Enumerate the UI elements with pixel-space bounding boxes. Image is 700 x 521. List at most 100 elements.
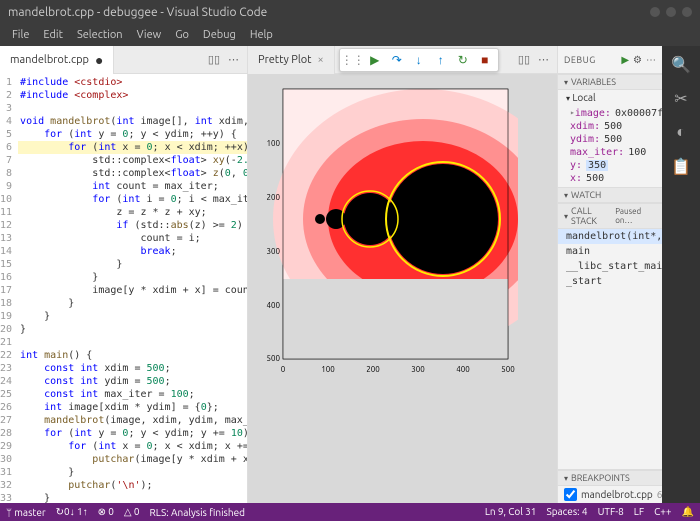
code-line-8[interactable]: std::complex<float> z(0, 0); <box>18 167 247 180</box>
code-line-21[interactable] <box>18 336 247 349</box>
step-over-button[interactable]: ↷ <box>388 51 406 69</box>
code-line-16[interactable]: } <box>18 271 247 284</box>
close-tab-icon[interactable]: × <box>318 54 324 66</box>
code-line-7[interactable]: std::complex<float> xy(-2.05 + <box>18 154 247 167</box>
minimize-button[interactable] <box>650 7 660 17</box>
breakpoint-checkbox[interactable] <box>564 488 577 501</box>
code-line-31[interactable]: } <box>18 466 247 479</box>
stop-button[interactable]: ■ <box>476 51 494 69</box>
code-line-33[interactable]: } <box>18 492 247 503</box>
menu-debug[interactable]: Debug <box>197 27 242 43</box>
var-image[interactable]: ▸ image:0x00007ffc… <box>570 107 662 120</box>
code-line-1[interactable]: #include <cstdio> <box>18 76 247 89</box>
svg-text:100: 100 <box>266 139 280 148</box>
var-x[interactable]: x:500 <box>570 172 662 185</box>
code-line-5[interactable]: for (int y = 0; y < ydim; ++y) { <box>18 128 247 141</box>
tab-pretty-plot[interactable]: Pretty Plot × <box>248 46 335 74</box>
scope-local[interactable]: Local <box>572 92 595 103</box>
menu-view[interactable]: View <box>131 27 168 43</box>
code-line-9[interactable]: int count = max_iter; <box>18 180 247 193</box>
statusbar: ᛘ master ↻0↓ 1↑ ⊗ 0 △ 0 RLS: Analysis fi… <box>0 503 700 521</box>
menu-go[interactable]: Go <box>169 27 195 43</box>
code-line-26[interactable]: int image[xdim * ydim] = {0}; <box>18 401 247 414</box>
code-line-6[interactable]: for (int x = 0; x < xdim; ++x) { <box>18 141 247 154</box>
git-sync[interactable]: ↻0↓ 1↑ <box>56 506 88 518</box>
git-branch[interactable]: ᛘ master <box>6 507 46 518</box>
callstack-frame[interactable]: mandelbrot(int*,… <box>558 229 662 244</box>
var-y[interactable]: y:350 <box>570 159 662 172</box>
encoding[interactable]: UTF-8 <box>598 506 624 518</box>
code-line-23[interactable]: const int xdim = 500; <box>18 362 247 375</box>
errors-count[interactable]: ⊗ 0 <box>98 506 114 518</box>
code-line-15[interactable]: } <box>18 258 247 271</box>
search-icon[interactable]: 🔍 <box>669 52 693 76</box>
menu-help[interactable]: Help <box>244 27 279 43</box>
menu-file[interactable]: File <box>6 27 35 43</box>
code-line-25[interactable]: const int max_iter = 100; <box>18 388 247 401</box>
code-line-4[interactable]: void mandelbrot(int image[], int xdim, i… <box>18 115 247 128</box>
more-actions-icon[interactable]: ⋯ <box>538 53 549 66</box>
clipboard-icon[interactable]: 📋 <box>669 154 693 178</box>
code-line-10[interactable]: for (int i = 0; i < max_iter; + <box>18 193 247 206</box>
notifications-icon[interactable]: 🔔 <box>682 506 694 518</box>
gauge-icon[interactable]: ◐ <box>669 120 693 144</box>
code-editor[interactable]: 1234567891011121314151617181920212223242… <box>0 74 247 503</box>
code-line-22[interactable]: int main() { <box>18 349 247 362</box>
menu-selection[interactable]: Selection <box>71 27 129 43</box>
callstack-frame[interactable]: _start <box>558 274 662 289</box>
var-xdim[interactable]: xdim:500 <box>570 120 662 133</box>
var-max-iter[interactable]: max_iter:100 <box>570 146 662 159</box>
code-line-30[interactable]: putchar(image[y * xdim + x] < m <box>18 453 247 466</box>
tab-mandelbrot[interactable]: mandelbrot.cpp ● <box>0 46 114 74</box>
code-line-12[interactable]: if (std::abs(z) >= 2) { <box>18 219 247 232</box>
step-out-button[interactable]: ↑ <box>432 51 450 69</box>
code-line-19[interactable]: } <box>18 310 247 323</box>
continue-button[interactable]: ▶ <box>366 51 384 69</box>
warnings-count[interactable]: △ 0 <box>124 506 140 518</box>
breakpoint-row[interactable]: mandelbrot.cpp 6 <box>558 486 662 503</box>
tab-label: mandelbrot.cpp <box>10 54 89 66</box>
code-line-2[interactable]: #include <complex> <box>18 89 247 102</box>
cursor-position[interactable]: Ln 9, Col 31 <box>485 506 537 518</box>
eol[interactable]: LF <box>634 506 644 518</box>
code-line-13[interactable]: count = i; <box>18 232 247 245</box>
debug-settings-icon[interactable]: ⚙ <box>633 54 642 66</box>
step-into-button[interactable]: ↓ <box>410 51 428 69</box>
debug-more-icon[interactable]: ⋯ <box>646 54 656 66</box>
close-button[interactable] <box>682 7 692 17</box>
code-line-24[interactable]: const int ydim = 500; <box>18 375 247 388</box>
scissors-icon[interactable]: ✂ <box>669 86 693 110</box>
callstack-frame[interactable]: main <box>558 244 662 259</box>
rls-status[interactable]: RLS: Analysis finished <box>150 507 245 518</box>
debug-toolbar: ⋮⋮ ▶ ↷ ↓ ↑ ↻ ■ <box>339 48 499 72</box>
indent-setting[interactable]: Spaces: 4 <box>546 506 587 518</box>
svg-text:300: 300 <box>266 247 280 256</box>
menu-edit[interactable]: Edit <box>37 27 69 43</box>
code-line-29[interactable]: for (int x = 0; x < xdim; x += 5) { <box>18 440 247 453</box>
language-mode[interactable]: C++ <box>654 506 671 518</box>
split-editor-icon[interactable]: ▯▯ <box>208 53 220 66</box>
svg-text:400: 400 <box>456 365 470 374</box>
start-debug-icon[interactable]: ▶ <box>621 54 629 66</box>
watch-header[interactable]: ▾Watch <box>558 187 662 203</box>
more-actions-icon[interactable]: ⋯ <box>228 53 239 66</box>
variables-header[interactable]: ▾Variables <box>558 74 662 90</box>
restart-button[interactable]: ↻ <box>454 51 472 69</box>
code-line-27[interactable]: mandelbrot(image, xdim, ydim, max_iter) <box>18 414 247 427</box>
maximize-button[interactable] <box>666 7 676 17</box>
code-line-3[interactable] <box>18 102 247 115</box>
var-ydim[interactable]: ydim:500 <box>570 133 662 146</box>
code-line-20[interactable]: } <box>18 323 247 336</box>
split-editor-icon[interactable]: ▯▯ <box>518 53 530 66</box>
code-line-28[interactable]: for (int y = 0; y < ydim; y += 10) { <box>18 427 247 440</box>
code-line-14[interactable]: break; <box>18 245 247 258</box>
code-line-11[interactable]: z = z * z + xy; <box>18 206 247 219</box>
breakpoints-header[interactable]: ▾Breakpoints <box>558 470 662 486</box>
callstack-header[interactable]: ▾Call StackPaused on… <box>558 203 662 229</box>
callstack-frame[interactable]: __libc_start_main <box>558 259 662 274</box>
code-line-18[interactable]: } <box>18 297 247 310</box>
drag-handle-icon[interactable]: ⋮⋮ <box>344 51 362 69</box>
plot-pane: Pretty Plot × ⋮⋮ ▶ ↷ ↓ ↑ ↻ ■ ▯▯ ⋯ <box>248 46 557 503</box>
code-line-17[interactable]: image[y * xdim + x] = count; <box>18 284 247 297</box>
code-line-32[interactable]: putchar('\n'); <box>18 479 247 492</box>
